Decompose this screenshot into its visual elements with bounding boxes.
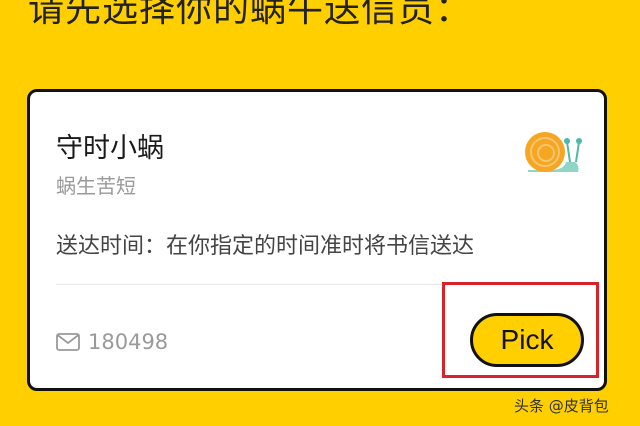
courier-tagline: 蜗生苦短	[56, 174, 136, 198]
courier-name: 守时小蜗	[56, 133, 164, 164]
pick-button[interactable]: Pick	[470, 313, 584, 367]
delivery-description: 送达时间：在你指定的时间准时将书信送达	[56, 234, 475, 259]
page-heading: 请先选择你的蜗牛送信员：	[28, 0, 473, 30]
snail-icon	[525, 132, 582, 172]
envelope-icon	[56, 333, 80, 351]
letter-count-value: 180498	[88, 330, 169, 354]
watermark: 头条 @皮背包	[514, 397, 609, 415]
letter-count: 180498	[56, 330, 168, 354]
